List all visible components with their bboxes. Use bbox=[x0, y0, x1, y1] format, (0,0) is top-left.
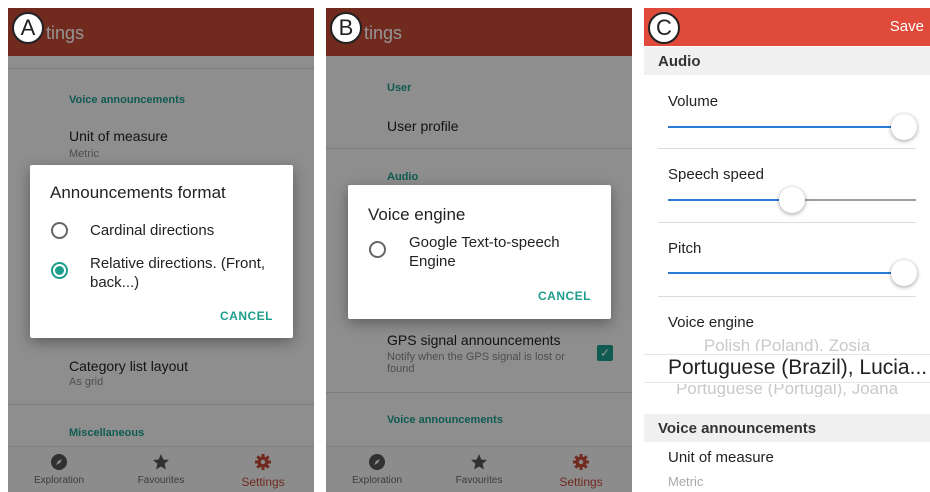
picker-item-selected[interactable]: Portuguese (Brazil), Lucia... bbox=[668, 356, 930, 380]
slider-thumb[interactable] bbox=[890, 114, 917, 140]
dialog-title: Voice engine bbox=[368, 205, 466, 224]
voice-engine-dialog: Voice engine Google Text-to-speech Engin… bbox=[348, 185, 611, 319]
slider-fill bbox=[668, 272, 904, 274]
radio-relative[interactable] bbox=[51, 262, 68, 279]
save-button[interactable]: Save bbox=[890, 18, 924, 35]
pitch-slider[interactable] bbox=[668, 260, 917, 286]
top-bar: Save bbox=[644, 8, 930, 46]
voice-engine-label: Voice engine bbox=[668, 314, 754, 331]
cancel-button[interactable]: CANCEL bbox=[538, 289, 591, 303]
slider-thumb[interactable] bbox=[779, 187, 805, 213]
panel-b: B tings User User profile Audio GPS sign… bbox=[326, 8, 632, 492]
volume-slider[interactable] bbox=[668, 114, 917, 140]
pitch-label: Pitch bbox=[668, 240, 702, 257]
volume-label: Volume bbox=[668, 93, 719, 110]
cancel-button[interactable]: CANCEL bbox=[220, 309, 273, 323]
divider bbox=[658, 222, 916, 223]
panel-letter: B bbox=[330, 12, 362, 44]
speech-speed-slider[interactable] bbox=[668, 187, 916, 213]
panel-a: A tings Voice announcements Unit of meas… bbox=[8, 8, 314, 492]
picker-line bbox=[644, 382, 930, 383]
slider-fill bbox=[668, 199, 792, 201]
group-header-label: Audio bbox=[658, 53, 701, 70]
panel-c: Save C Audio Volume Speech speed Pitch V… bbox=[644, 8, 930, 492]
picker-item-prev[interactable]: Polish (Poland), Zosia bbox=[644, 333, 930, 351]
divider bbox=[658, 148, 916, 149]
divider bbox=[658, 296, 916, 297]
dialog-title: Announcements format bbox=[50, 183, 226, 202]
slider-fill bbox=[668, 126, 904, 128]
slider-thumb[interactable] bbox=[890, 260, 917, 286]
unit-of-measure-title[interactable]: Unit of measure bbox=[668, 449, 774, 466]
speech-speed-label: Speech speed bbox=[668, 166, 764, 183]
group-header-voice: Voice announcements bbox=[644, 414, 930, 442]
picker-item-next[interactable]: Portuguese (Portugal), Joana bbox=[644, 384, 930, 397]
panel-letter: A bbox=[12, 12, 44, 44]
radio-cardinal[interactable] bbox=[51, 222, 68, 239]
panel-letter: C bbox=[648, 12, 680, 44]
option-cardinal-label[interactable]: Cardinal directions bbox=[90, 221, 214, 240]
announcements-format-dialog: Announcements format Cardinal directions… bbox=[30, 165, 293, 338]
group-header-audio: Audio bbox=[644, 47, 930, 75]
group-header-label: Voice announcements bbox=[658, 420, 817, 437]
unit-of-measure-value: Metric bbox=[668, 474, 704, 489]
picker-line bbox=[644, 354, 930, 355]
option-relative-label[interactable]: Relative directions. (Front, back...) bbox=[90, 254, 280, 292]
radio-google-tts[interactable] bbox=[369, 241, 386, 258]
option-google-tts-label[interactable]: Google Text-to-speech Engine bbox=[409, 233, 589, 271]
